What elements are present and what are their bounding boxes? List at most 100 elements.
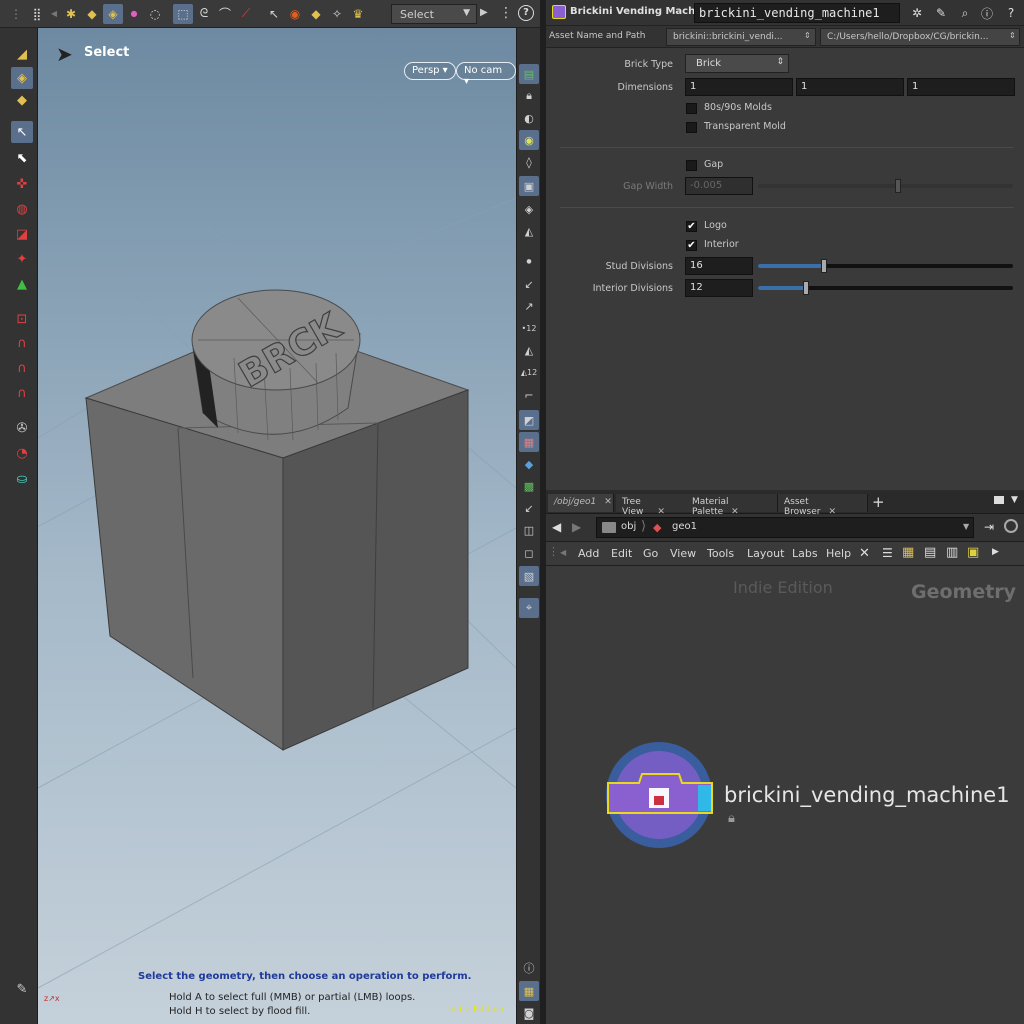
snap-curve-icon[interactable]: ∩ [11, 332, 33, 354]
laser-icon[interactable]: ⟋ [236, 4, 256, 24]
hda-node[interactable] [604, 741, 718, 851]
camera-icon[interactable]: ✇ [11, 417, 33, 439]
play-icon[interactable]: ▶ [992, 547, 999, 557]
backface-icon[interactable]: ◭ [519, 221, 539, 241]
asset-name-field[interactable]: brickini::brickini_vendi... [666, 28, 816, 46]
layout-icon[interactable]: ▦ [519, 981, 539, 1001]
info-circle-icon[interactable]: ⓘ [978, 4, 996, 22]
path-geo1[interactable]: geo1 [672, 521, 697, 532]
checker-icon[interactable]: ▦ [519, 432, 539, 452]
chevron-down-icon[interactable]: ▼ [963, 522, 969, 531]
eye-icon[interactable]: ◙ [519, 1003, 539, 1023]
path-breadcrumb[interactable]: obj ⟩ ◆ geo1 ▼ [596, 517, 974, 538]
asset-name-stepper-icon[interactable]: ⇕ [804, 31, 811, 40]
normal-icon[interactable]: ↙ [519, 274, 539, 294]
brush-select-icon[interactable]: ⌒ [215, 4, 235, 24]
translate-icon[interactable]: ✜ [11, 173, 33, 195]
box-icon[interactable]: ◆ [82, 4, 102, 24]
maximize-icon[interactable] [994, 496, 1004, 504]
lock-icon[interactable]: 🔒︎ [519, 86, 539, 106]
tools-icon[interactable]: ✕ [859, 546, 870, 561]
perspective-button[interactable]: Persp ▾ [404, 62, 456, 80]
pose-icon[interactable]: ✦ [11, 248, 33, 270]
view-tool-icon[interactable]: ◢ [11, 43, 33, 65]
brick-type-menu[interactable]: Brick ⇕ [685, 54, 789, 73]
sparkle-icon[interactable]: ✱ [61, 4, 81, 24]
left-arrow-icon[interactable]: ◀ [48, 4, 60, 24]
left-arrow-icon[interactable]: ◀ [560, 548, 566, 557]
rotate-icon[interactable]: ◍ [11, 198, 33, 220]
point-display-icon[interactable]: ● [519, 251, 539, 271]
menu-add[interactable]: Add [578, 547, 599, 560]
grid-view-icon[interactable]: ▦ [902, 545, 914, 560]
select-object-icon[interactable]: ◈ [103, 3, 123, 24]
move-tool-icon[interactable]: ⬉ [11, 147, 33, 169]
molds-checkbox[interactable] [686, 103, 697, 114]
tab-asset-browser[interactable]: Asset Browser ✕ [778, 494, 868, 517]
menu-tools[interactable]: Tools [707, 547, 734, 560]
node-name-field[interactable]: brickini_vending_machine1 [694, 3, 900, 23]
point-normal-icon[interactable]: ↗ [519, 296, 539, 316]
select-tool-icon[interactable]: ↖ [11, 121, 33, 143]
interior-divisions-slider[interactable] [758, 281, 1013, 295]
list-view-icon[interactable]: ☰ [882, 546, 893, 560]
search-icon[interactable]: ⌕ [956, 4, 974, 22]
gap-checkbox[interactable] [686, 160, 697, 171]
add-tab-icon[interactable]: + [872, 493, 885, 511]
tab-material-palette[interactable]: Material Palette ✕ [686, 494, 778, 517]
point-icon[interactable]: ● [124, 4, 144, 24]
transparent-mold-checkbox[interactable] [686, 122, 697, 133]
flipbook-icon[interactable]: ⛀ [11, 468, 33, 490]
interior-divisions-slider-handle[interactable] [803, 281, 810, 295]
scene-viewport[interactable]: BRCK ➤ Select Persp ▾ No cam ▾ z↗x Selec… [38, 28, 516, 1024]
asset-path-stepper-icon[interactable]: ⇕ [1009, 31, 1016, 40]
play-icon[interactable]: ▶ [480, 7, 488, 18]
network-canvas[interactable]: Indie Edition Geometry brickini_vending_… [546, 566, 1024, 1024]
logo-checkbox[interactable]: ✔ [686, 221, 697, 232]
gear-icon[interactable]: ✲ [908, 4, 926, 22]
geometry-mode-icon[interactable]: ◆ [11, 89, 33, 111]
select-mode-dropdown[interactable]: Select ▼ [391, 4, 477, 24]
vertical-dots-icon[interactable]: ⋮ [499, 5, 513, 21]
tab-obj-geo1[interactable]: /obj/geo1 ✕ [548, 494, 614, 512]
visible-only-icon[interactable]: ◉ [285, 4, 305, 24]
circle-select-icon[interactable]: ◌ [145, 4, 165, 24]
texture-icon[interactable]: ◩ [519, 410, 539, 430]
prim-number-icon[interactable]: ◭12 [519, 362, 539, 382]
snap-grid-icon[interactable]: ⊡ [11, 308, 33, 330]
magic-wand-icon[interactable]: ✧ [327, 4, 347, 24]
pick-icon[interactable]: ↖ [264, 4, 284, 24]
close-icon[interactable]: ✕ [604, 497, 612, 507]
uv-icon[interactable]: ⌐ [519, 385, 539, 405]
lock-icon[interactable]: 🔒︎ [728, 811, 735, 826]
bulb-icon[interactable]: ◊ [519, 152, 539, 172]
dimension-y-field[interactable]: 1 [796, 78, 904, 96]
menu-layout[interactable]: Layout [747, 547, 784, 560]
grid-menu-icon[interactable]: ⣿ [27, 4, 47, 24]
table-view-icon[interactable]: ▤ [924, 545, 936, 560]
point-number-icon[interactable]: •12 [519, 318, 539, 338]
ghost-icon[interactable]: ◫ [519, 520, 539, 540]
brush-icon[interactable]: ✎ [932, 4, 950, 22]
background-icon[interactable]: ▧ [519, 566, 539, 586]
gap-width-slider[interactable] [758, 179, 1013, 193]
scale-icon[interactable]: ◪ [11, 223, 33, 245]
magnet-icon[interactable]: ∩ [11, 382, 33, 404]
stud-divisions-slider-handle[interactable] [821, 259, 828, 273]
map-pin-icon[interactable]: ⌖ [519, 598, 539, 618]
menu-help[interactable]: Help [826, 547, 851, 560]
stud-divisions-field[interactable]: 16 [685, 257, 753, 275]
object-mode-icon[interactable]: ◈ [11, 67, 33, 89]
gap-width-slider-handle[interactable] [895, 179, 902, 193]
forward-arrow-icon[interactable]: ▶ [572, 520, 581, 534]
snap-point-icon[interactable]: ∩ [11, 357, 33, 379]
handle-icon[interactable]: ▲ [11, 273, 33, 295]
menu-labs[interactable]: Labs [792, 547, 818, 560]
brick-model[interactable]: BRCK [84, 289, 470, 751]
interior-divisions-field[interactable]: 12 [685, 279, 753, 297]
menu-go[interactable]: Go [643, 547, 658, 560]
render-region-icon[interactable]: ◔ [11, 442, 33, 464]
chevron-down-icon[interactable]: ▼ [1011, 495, 1018, 505]
contained-icon[interactable]: ◆ [306, 4, 326, 24]
node-flag-cap[interactable] [698, 785, 711, 811]
